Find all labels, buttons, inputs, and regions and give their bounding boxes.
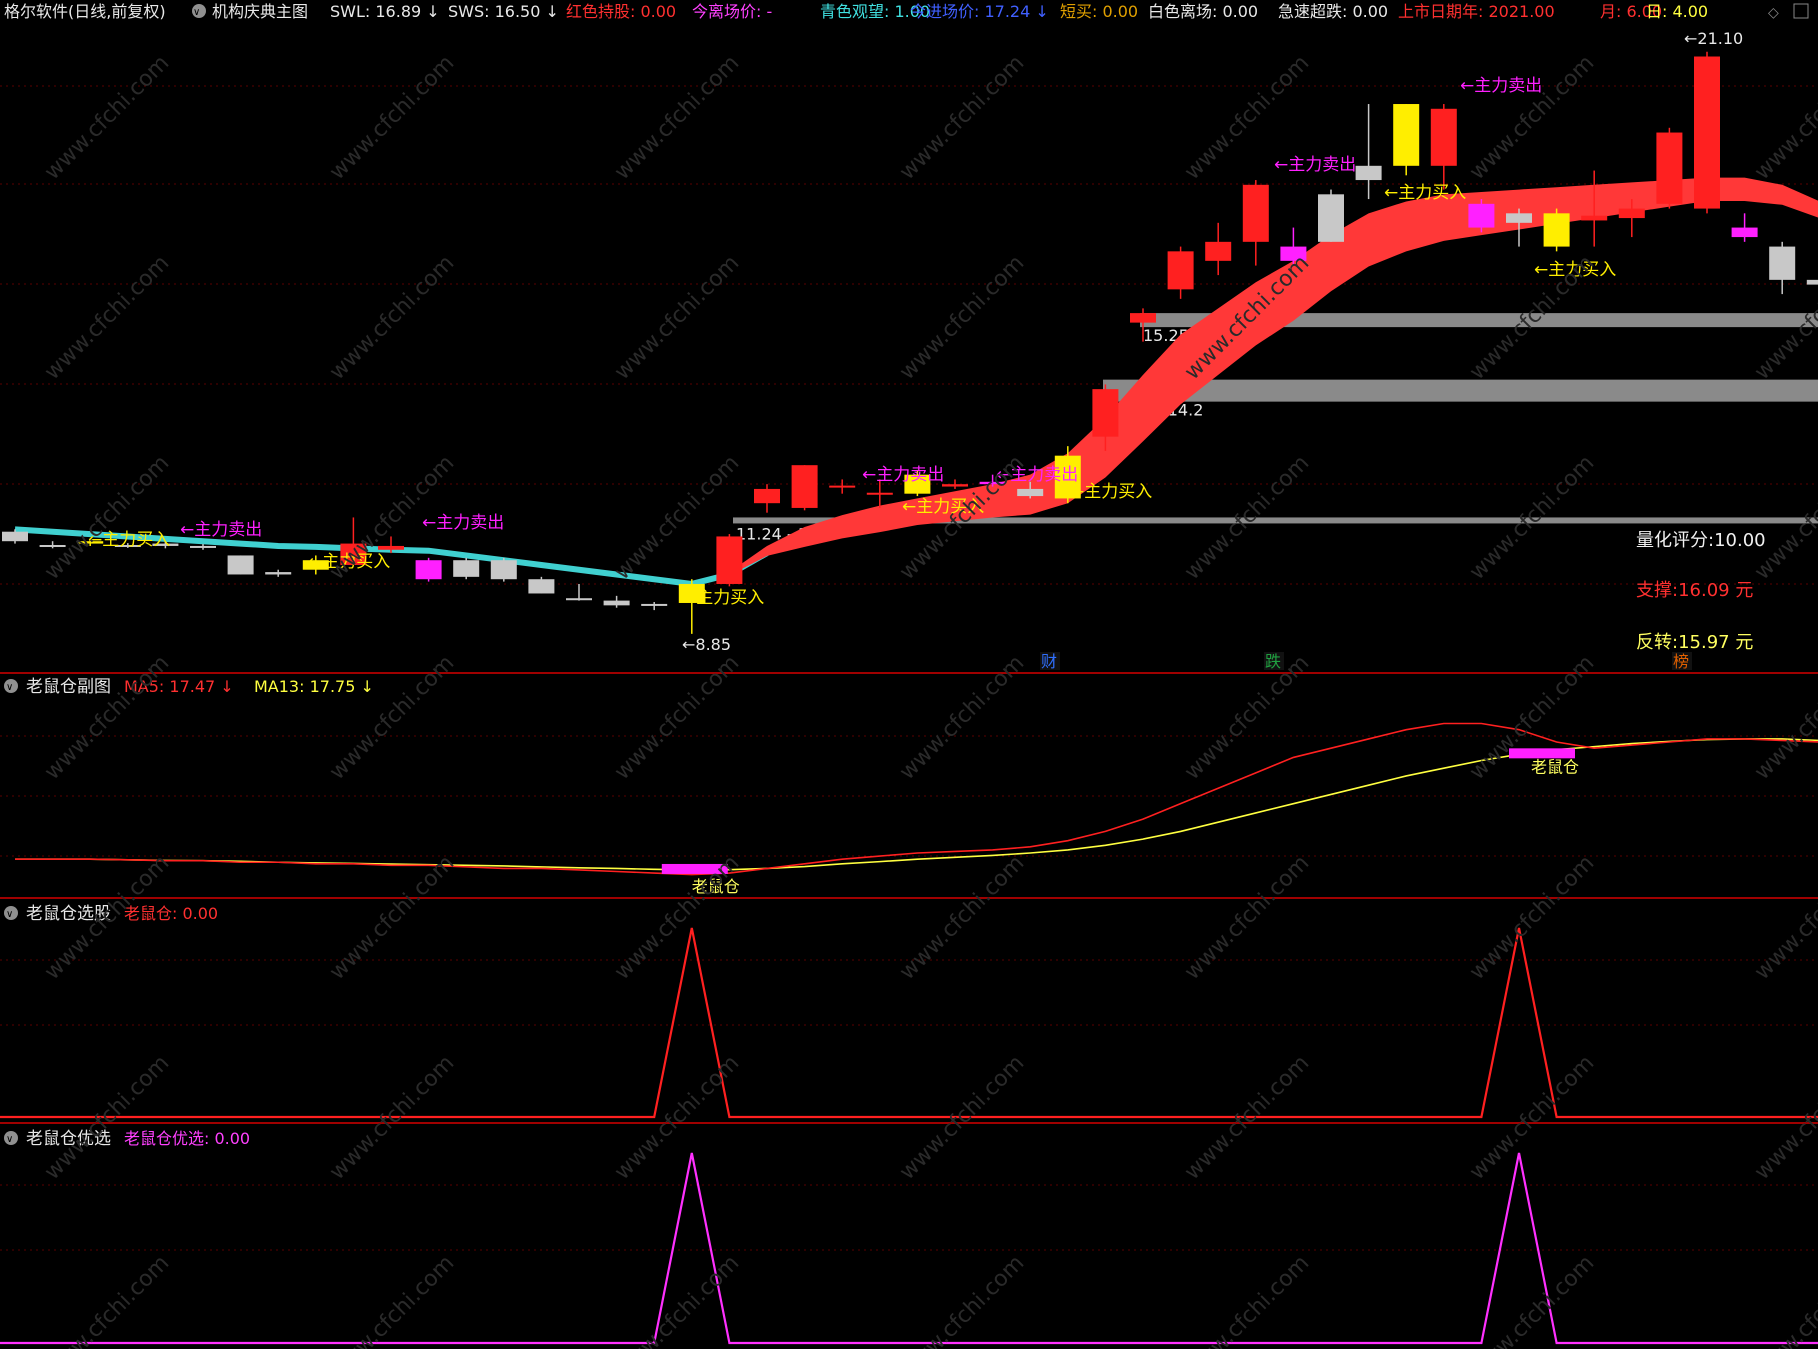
bottom-tag[interactable]: 财 <box>1041 652 1057 671</box>
sell-annotation: ←主力卖出 <box>422 513 504 533</box>
chevron-icon: ∨ <box>6 1134 13 1145</box>
candle-body <box>1769 246 1796 280</box>
sell-annotation: ←主力卖出 <box>1274 155 1356 175</box>
candle-body <box>453 560 480 577</box>
header-item: 今离场价: - <box>692 2 772 21</box>
candle-body <box>1205 241 1232 261</box>
candle-body <box>2 531 28 542</box>
header-item: 红色持股: 0.00 <box>566 2 676 21</box>
candle-body <box>1618 208 1645 219</box>
sub-panel-2[interactable]: ∨ 老鼠仓选股 老鼠仓: 0.00 <box>0 904 1818 1119</box>
app-title: 格尔软件(日线,前复权) <box>4 2 166 21</box>
candle-body <box>265 572 292 575</box>
candle-body <box>942 484 968 487</box>
candle-body <box>1694 56 1720 209</box>
panel-value: MA5: 17.47 ↓ <box>124 677 234 696</box>
header-item: 白色离场: 0.00 <box>1148 2 1258 21</box>
candle-body <box>1355 165 1382 181</box>
rat-marker <box>661 863 728 874</box>
candle-body <box>1731 227 1758 238</box>
reversal-price: 反转:15.97 元 <box>1636 632 1753 653</box>
rat-marker-label: 老鼠仓 <box>1531 757 1579 776</box>
candle-body <box>39 545 66 548</box>
chevron-icon: ∨ <box>6 682 13 693</box>
buy-annotation: ←主力买入 <box>902 497 984 517</box>
buy-annotation: ←主力买入 <box>1384 183 1466 203</box>
candle-body <box>415 560 442 580</box>
rat-preferred-line <box>0 1152 1818 1345</box>
candle-body <box>528 579 555 594</box>
candle-body <box>566 598 592 601</box>
indicator-name: 机构庆典主图 <box>212 2 308 21</box>
buy-annotation: ←主力买入 <box>88 530 170 550</box>
candle-body <box>190 545 216 548</box>
high-price-label: ←21.10 <box>1684 29 1743 48</box>
candle-body <box>1017 488 1044 497</box>
quant-score: 量化评分:10.00 <box>1636 530 1766 551</box>
diamond-icon[interactable]: ◇ <box>1768 5 1779 21</box>
header-item: 上市日期年: 2021.00 <box>1398 2 1555 21</box>
candle-body <box>227 555 254 575</box>
sell-annotation: ←主力卖出 <box>180 520 262 540</box>
rat-marker-label: 老鼠仓 <box>692 877 740 896</box>
buy-annotation: ←主力买入 <box>308 552 390 572</box>
candle-body <box>1506 213 1532 223</box>
buy-annotation: ←主力买入 <box>1534 260 1616 280</box>
candle-body <box>1393 104 1420 166</box>
candle-body <box>1543 213 1570 247</box>
stock-chart[interactable]: www.cfchi.com 格尔软件(日线,前复权)∨机构庆典主图SWL: 16… <box>0 0 1818 1349</box>
panel-name: 老鼠仓优选 <box>26 1129 111 1149</box>
panel-name: 老鼠仓副图 <box>26 677 111 697</box>
candle-body <box>1656 132 1683 204</box>
candle-body <box>1130 313 1156 323</box>
header-item: SWS: 16.50 ↓ <box>448 2 559 21</box>
candle-body <box>866 492 893 495</box>
panel-name: 老鼠仓选股 <box>26 904 111 924</box>
sub-panel-1[interactable]: ∨ 老鼠仓副图 MA5: 17.47 ↓ MA13: 17.75 ↓老鼠仓老鼠仓 <box>0 677 1818 896</box>
candle-body <box>1581 215 1608 221</box>
candle-body <box>791 465 818 508</box>
info-box: 量化评分:10.00 支撑:16.09 元反转:15.97 元 <box>1636 530 1766 653</box>
candle-body <box>1430 108 1457 166</box>
support-zone <box>1103 379 1818 402</box>
candle-body <box>1468 203 1495 228</box>
candle-body <box>603 600 630 606</box>
chevron-icon: ∨ <box>6 909 13 920</box>
bottom-tag[interactable]: 榜 <box>1673 652 1689 671</box>
sell-annotation: ←主力卖出 <box>1460 76 1542 96</box>
header-bar: 格尔软件(日线,前复权) ∨ 机构庆典主图 SWL: 16.89 ↓ SWS: 16.5… <box>0 0 1818 22</box>
candle-body <box>829 485 856 488</box>
header-item: 今进场价: 17.24 ↓ <box>910 2 1049 21</box>
sell-annotation: ←主力卖出 <box>996 465 1078 485</box>
ma5-line <box>15 722 1818 876</box>
header-item: 急速超跌: 0.00 <box>1278 2 1388 21</box>
candle-body <box>1280 246 1307 261</box>
low-price-label: ←8.85 <box>682 635 731 654</box>
panel-value: 老鼠仓优选: 0.00 <box>124 1129 250 1148</box>
candle-body <box>1092 389 1119 437</box>
header-item: SWL: 16.89 ↓ <box>330 2 440 21</box>
support-price: 支撑:16.09 元 <box>1636 580 1753 601</box>
chevron-icon: ∨ <box>193 7 200 18</box>
candle-body <box>1318 194 1344 242</box>
header-item: 短买: 0.00 <box>1060 2 1138 21</box>
panel-value: 老鼠仓: 0.00 <box>124 904 218 923</box>
candle-body <box>490 560 517 580</box>
rat-signal-line <box>0 927 1818 1119</box>
header-item: 日: 4.00 <box>1646 2 1708 21</box>
candle-body <box>641 603 668 606</box>
bottom-tag[interactable]: 跌 <box>1265 652 1281 671</box>
buy-annotation: ←主力买入 <box>682 588 764 608</box>
candle-body <box>754 488 780 504</box>
buy-annotation: ←主力买入 <box>1070 482 1152 502</box>
candle-body <box>1167 251 1194 290</box>
sell-annotation: ←主力卖出 <box>862 465 944 485</box>
sub-panel-3[interactable]: ∨ 老鼠仓优选 老鼠仓优选: 0.00 <box>0 1129 1818 1345</box>
candle-body <box>378 545 404 550</box>
main-panel[interactable]: 15.25 - 15.6013.86 - 14.211.24 - 11.3 ←主… <box>0 22 1818 672</box>
panel-value: MA13: 17.75 ↓ <box>254 677 374 696</box>
candle-body <box>1806 279 1818 285</box>
candle-body <box>1242 184 1269 242</box>
candle-body <box>716 536 743 584</box>
